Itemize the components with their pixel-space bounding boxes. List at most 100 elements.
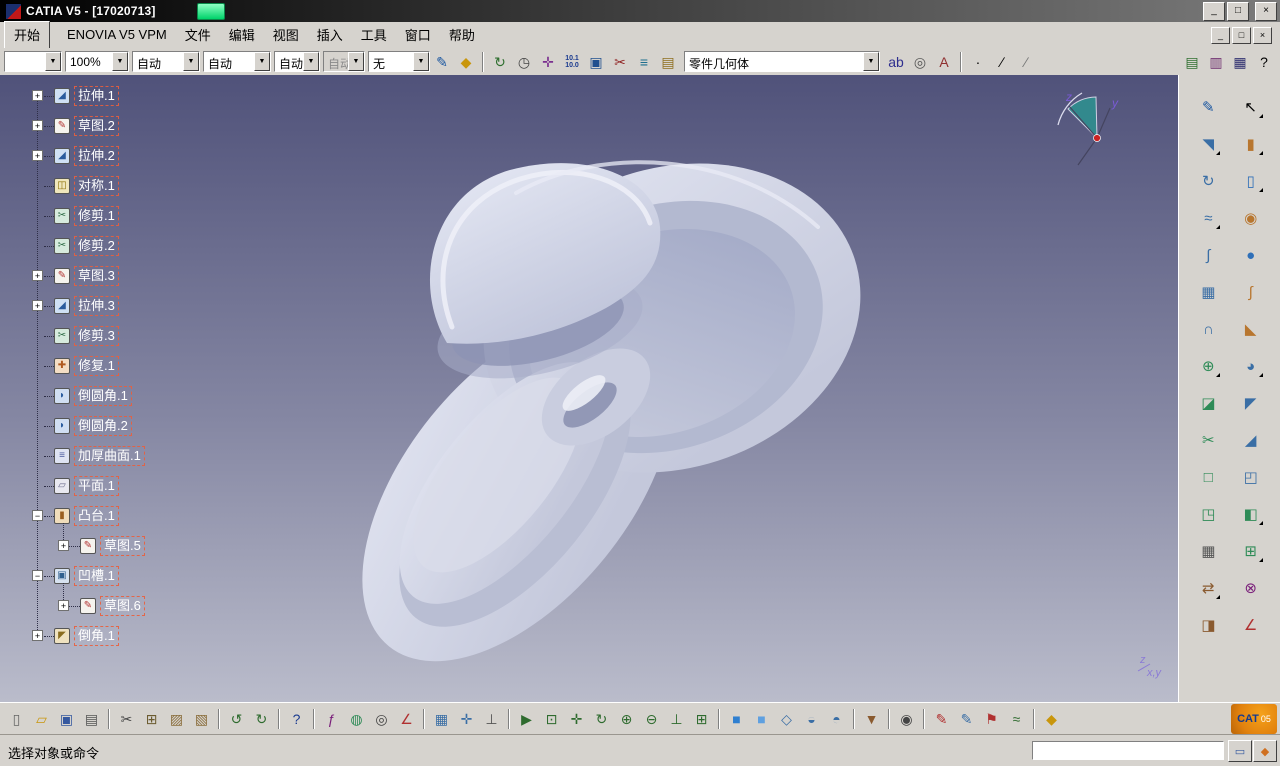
axis-origin-icon[interactable]: ⊥ bbox=[479, 707, 504, 731]
catalog-blue-icon[interactable]: ▦ bbox=[1228, 51, 1252, 73]
pattern-icon[interactable]: ⊞ bbox=[1238, 539, 1264, 563]
zoom-out-icon[interactable]: ⊖ bbox=[639, 707, 664, 731]
tree-item[interactable]: ✂修剪.2 bbox=[28, 231, 278, 261]
minimize-button[interactable]: _ bbox=[1203, 2, 1225, 21]
part-body-arrow[interactable]: ▼ bbox=[863, 52, 879, 71]
grid-icon[interactable]: ▦ bbox=[429, 707, 454, 731]
menu-item-insert[interactable]: 插入 bbox=[308, 22, 352, 48]
tree-item[interactable]: ◗倒圆角.1 bbox=[28, 381, 278, 411]
tree-item-label[interactable]: 凸台.1 bbox=[74, 506, 119, 526]
3d-viewport[interactable]: z y z x,y +◢拉伸.1+✎草图.2+◢拉伸.2◫对称.1✂修剪.1✂修… bbox=[0, 75, 1178, 702]
tree-item[interactable]: ▱平面.1 bbox=[28, 471, 278, 501]
paste-icon[interactable]: ▨ bbox=[164, 707, 189, 731]
menu-item-tools[interactable]: 工具 bbox=[352, 22, 396, 48]
normal-view-icon[interactable]: ⊥ bbox=[664, 707, 689, 731]
stiffener-icon[interactable]: ◣ bbox=[1238, 317, 1264, 341]
tree-expand-plus[interactable]: + bbox=[32, 150, 43, 161]
tree-item[interactable]: ◗倒圆角.2 bbox=[28, 411, 278, 441]
point-tool-icon[interactable]: · bbox=[966, 51, 990, 73]
fill-surface-icon[interactable]: ▦ bbox=[1195, 280, 1221, 304]
zoom-text-icon[interactable]: ◎ bbox=[908, 51, 932, 73]
linetype-combo[interactable]: 无▼ bbox=[368, 51, 430, 72]
pan-icon[interactable]: ✛ bbox=[564, 707, 589, 731]
tree-item-label[interactable]: 草图.3 bbox=[74, 266, 119, 286]
power-input-icon[interactable]: ◆ bbox=[1253, 740, 1277, 762]
tree-item-label[interactable]: 拉伸.3 bbox=[74, 296, 119, 316]
layers-icon[interactable]: ≡ bbox=[632, 51, 656, 73]
copy-icon[interactable]: ⊞ bbox=[139, 707, 164, 731]
auto-combo-2-arrow[interactable]: ▼ bbox=[254, 52, 270, 71]
rib-icon[interactable]: ∫ bbox=[1238, 280, 1264, 304]
tree-expand-plus[interactable]: + bbox=[32, 630, 43, 641]
paste-special-icon[interactable]: ▧ bbox=[189, 707, 214, 731]
tree-item[interactable]: +◤倒角.1 bbox=[28, 621, 278, 651]
pad-icon[interactable]: ▮ bbox=[1238, 132, 1264, 156]
menu-item-view[interactable]: 视图 bbox=[264, 22, 308, 48]
tree-item-label[interactable]: 草图.6 bbox=[100, 596, 145, 616]
auto-combo-2[interactable]: 自动▼ bbox=[203, 51, 271, 72]
fly-mode-icon[interactable]: ▶ bbox=[514, 707, 539, 731]
print-icon[interactable]: ▤ bbox=[79, 707, 104, 731]
snap-icon[interactable]: ✛ bbox=[454, 707, 479, 731]
paint-style-icon[interactable]: ◆ bbox=[454, 51, 478, 73]
tree-item-label[interactable]: 对称.1 bbox=[74, 176, 119, 196]
knife-icon[interactable]: ✂ bbox=[608, 51, 632, 73]
graphic-style-combo[interactable]: ▼ bbox=[4, 51, 62, 72]
tree-expand-plus[interactable]: + bbox=[32, 270, 43, 281]
translate-tool-icon[interactable]: ⇄ bbox=[1195, 576, 1221, 600]
3d-model[interactable] bbox=[302, 116, 901, 702]
sweep-surface-icon[interactable]: ∫ bbox=[1195, 243, 1221, 267]
tree-item[interactable]: ≡加厚曲面.1 bbox=[28, 441, 278, 471]
multi-view-icon[interactable]: ⊞ bbox=[689, 707, 714, 731]
command-input[interactable] bbox=[1032, 741, 1224, 760]
mdi-minimize-button[interactable]: _ bbox=[1211, 27, 1230, 44]
tree-item-label[interactable]: 倒角.1 bbox=[74, 626, 119, 646]
tree-item-label[interactable]: 拉伸.1 bbox=[74, 86, 119, 106]
spellcheck-icon[interactable]: ab bbox=[884, 51, 908, 73]
part-body-combo[interactable]: 零件几何体 ▼ bbox=[684, 51, 880, 72]
new-icon[interactable]: ▯ bbox=[4, 707, 29, 731]
tree-expand-plus[interactable]: + bbox=[32, 120, 43, 131]
offset-surface-icon[interactable]: ≈ bbox=[1195, 206, 1221, 230]
measure-tool-icon[interactable]: ∠ bbox=[1238, 613, 1264, 637]
auto-combo-3-arrow[interactable]: ▼ bbox=[303, 52, 319, 71]
wireframe-icon[interactable]: ◇ bbox=[774, 707, 799, 731]
catalog-icon[interactable]: ▼ bbox=[859, 707, 884, 731]
tree-item[interactable]: +◢拉伸.3 bbox=[28, 291, 278, 321]
shading-icon[interactable]: ■ bbox=[724, 707, 749, 731]
auto-combo-1[interactable]: 自动▼ bbox=[132, 51, 200, 72]
tree-expand-minus[interactable]: − bbox=[32, 510, 43, 521]
search-icon[interactable]: ◎ bbox=[369, 707, 394, 731]
pen-blue-icon[interactable]: ✎ bbox=[954, 707, 979, 731]
pen-style-icon[interactable]: ✎ bbox=[430, 51, 454, 73]
zoom-combo[interactable]: 100%▼ bbox=[65, 51, 129, 72]
auto-combo-4[interactable]: 自动▼ bbox=[323, 51, 365, 72]
tree-item[interactable]: +◢拉伸.2 bbox=[28, 141, 278, 171]
join-surface-icon[interactable]: ⊕ bbox=[1195, 354, 1221, 378]
cut-icon[interactable]: ✂ bbox=[114, 707, 139, 731]
tree-item[interactable]: ✂修剪.3 bbox=[28, 321, 278, 351]
view-compass[interactable]: z y bbox=[1058, 90, 1119, 165]
select-icon[interactable]: ↖ bbox=[1238, 95, 1264, 119]
tree-item[interactable]: +✎草图.5 bbox=[28, 531, 278, 561]
tree-item-label[interactable]: 草图.5 bbox=[100, 536, 145, 556]
catalog-green-icon[interactable]: ▤ bbox=[1180, 51, 1204, 73]
menu-item-window[interactable]: 窗口 bbox=[396, 22, 440, 48]
tree-item-label[interactable]: 凹槽.1 bbox=[74, 566, 119, 586]
dimension-display-icon[interactable]: 10.110.0 bbox=[560, 51, 584, 73]
extract-icon[interactable]: ◳ bbox=[1195, 502, 1221, 526]
grid-tool-icon[interactable]: ▦ bbox=[1195, 539, 1221, 563]
menu-item-help[interactable]: 帮助 bbox=[440, 22, 484, 48]
update-icon[interactable]: ↻ bbox=[488, 51, 512, 73]
linetype-combo-arrow[interactable]: ▼ bbox=[413, 52, 429, 71]
tree-expand-plus[interactable]: + bbox=[32, 90, 43, 101]
tree-item-label[interactable]: 拉伸.2 bbox=[74, 146, 119, 166]
powercopy-icon[interactable]: ◆ bbox=[1039, 707, 1064, 731]
undo-icon[interactable]: ↺ bbox=[224, 707, 249, 731]
status-dialog-button[interactable]: ▭ bbox=[1228, 740, 1252, 762]
save-icon[interactable]: ▣ bbox=[54, 707, 79, 731]
clock-icon[interactable]: ◷ bbox=[512, 51, 536, 73]
graphic-style-combo-arrow[interactable]: ▼ bbox=[45, 52, 61, 71]
whats-this-icon[interactable]: ? bbox=[284, 707, 309, 731]
redo-icon[interactable]: ↻ bbox=[249, 707, 274, 731]
